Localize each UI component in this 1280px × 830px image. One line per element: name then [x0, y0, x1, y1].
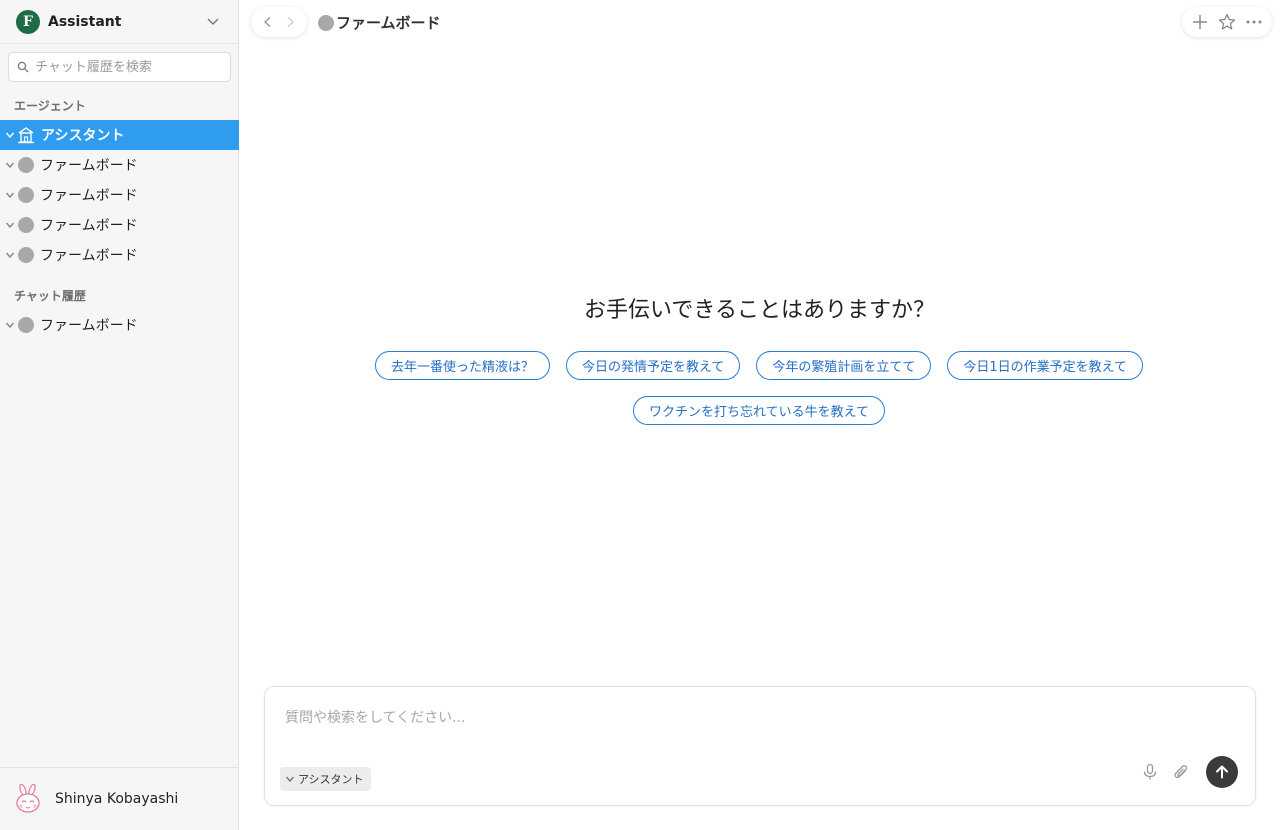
workspace-name: Assistant	[48, 13, 122, 30]
arrow-up-icon	[1216, 765, 1228, 779]
microphone-icon[interactable]	[1141, 763, 1159, 781]
main-content: ファームボード お手伝いできることはありますか？ 去年一番使った精液は？ 今日の…	[239, 0, 1280, 830]
gray-dot-icon	[18, 187, 34, 203]
message-composer: アシスタント	[264, 686, 1256, 806]
chevron-down-icon[interactable]	[5, 160, 15, 170]
history-item-farmboard[interactable]: ファームボード	[0, 310, 239, 340]
suggestion-chip[interactable]: ワクチンを打ち忘れている牛を教えて	[633, 396, 885, 425]
gray-dot-icon	[18, 157, 34, 173]
avatar	[16, 783, 40, 813]
workspace-switcher[interactable]: F Assistant	[0, 0, 238, 44]
sidebar-item-farmboard[interactable]: ファームボード	[0, 210, 239, 240]
star-icon[interactable]	[1218, 13, 1236, 31]
agents-section-label: エージェント	[14, 99, 86, 113]
history-navigation	[251, 7, 307, 37]
agent-selector[interactable]: アシスタント	[280, 767, 371, 791]
page-title: ファームボード	[318, 12, 441, 33]
workspace-logo: F	[16, 9, 40, 34]
sidebar-item-farmboard[interactable]: ファームボード	[0, 240, 239, 270]
top-bar: ファームボード	[239, 0, 1280, 44]
paperclip-icon[interactable]	[1172, 763, 1190, 781]
sidebar-item-label: ファームボード	[40, 218, 138, 234]
sidebar-item-label: ファームボード	[40, 188, 138, 204]
chevron-down-icon[interactable]	[206, 14, 220, 28]
gray-dot-icon	[18, 317, 34, 333]
send-button[interactable]	[1206, 756, 1238, 788]
chat-history-search[interactable]	[8, 52, 231, 82]
chevron-down-icon[interactable]	[5, 250, 15, 260]
suggestion-chip[interactable]: 今日の発情予定を教えて	[566, 351, 741, 380]
building-icon	[18, 127, 34, 144]
search-input[interactable]	[35, 59, 225, 75]
message-input[interactable]	[285, 707, 1225, 747]
more-icon[interactable]	[1245, 13, 1263, 31]
suggestion-chip[interactable]: 今日1日の作業予定を教えて	[947, 351, 1143, 380]
chevron-down-icon	[286, 776, 294, 782]
greeting-heading: お手伝いできることはありますか？	[584, 298, 935, 323]
sidebar-item-assistant[interactable]: アシスタント	[0, 120, 239, 150]
plus-icon[interactable]	[1191, 13, 1209, 31]
header-actions	[1182, 7, 1272, 37]
chevron-down-icon[interactable]	[5, 320, 15, 330]
back-arrow-icon[interactable]	[262, 16, 274, 28]
sidebar: F Assistant エージェント アシスタント ファームボード ファームボー…	[0, 0, 239, 830]
suggestion-chip[interactable]: 今年の繁殖計画を立てて	[756, 351, 932, 380]
suggestion-list: 去年一番使った精液は？ 今日の発情予定を教えて 今年の繁殖計画を立てて 今日1日…	[344, 351, 1174, 425]
sidebar-item-farmboard[interactable]: ファームボード	[0, 150, 239, 180]
search-icon	[17, 61, 29, 73]
history-item-label: ファームボード	[40, 318, 138, 334]
agent-selector-label: アシスタント	[298, 773, 364, 786]
forward-arrow-icon[interactable]	[284, 16, 296, 28]
page-title-text: ファームボード	[336, 14, 441, 32]
user-profile[interactable]: Shinya Kobayashi	[0, 767, 238, 830]
suggestion-chip[interactable]: 去年一番使った精液は？	[374, 351, 550, 380]
chevron-down-icon[interactable]	[5, 130, 15, 140]
gray-dot-icon	[18, 217, 34, 233]
sidebar-item-farmboard[interactable]: ファームボード	[0, 180, 239, 210]
sidebar-item-label: ファームボード	[40, 158, 138, 174]
sidebar-item-label: アシスタント	[41, 128, 125, 144]
gray-dot-icon	[18, 247, 34, 263]
chevron-down-icon[interactable]	[5, 190, 15, 200]
sidebar-item-label: ファームボード	[40, 248, 138, 264]
gray-dot-icon	[318, 14, 334, 31]
chevron-down-icon[interactable]	[5, 220, 15, 230]
user-name: Shinya Kobayashi	[55, 791, 179, 807]
history-section-label: チャット履歴	[14, 289, 86, 303]
